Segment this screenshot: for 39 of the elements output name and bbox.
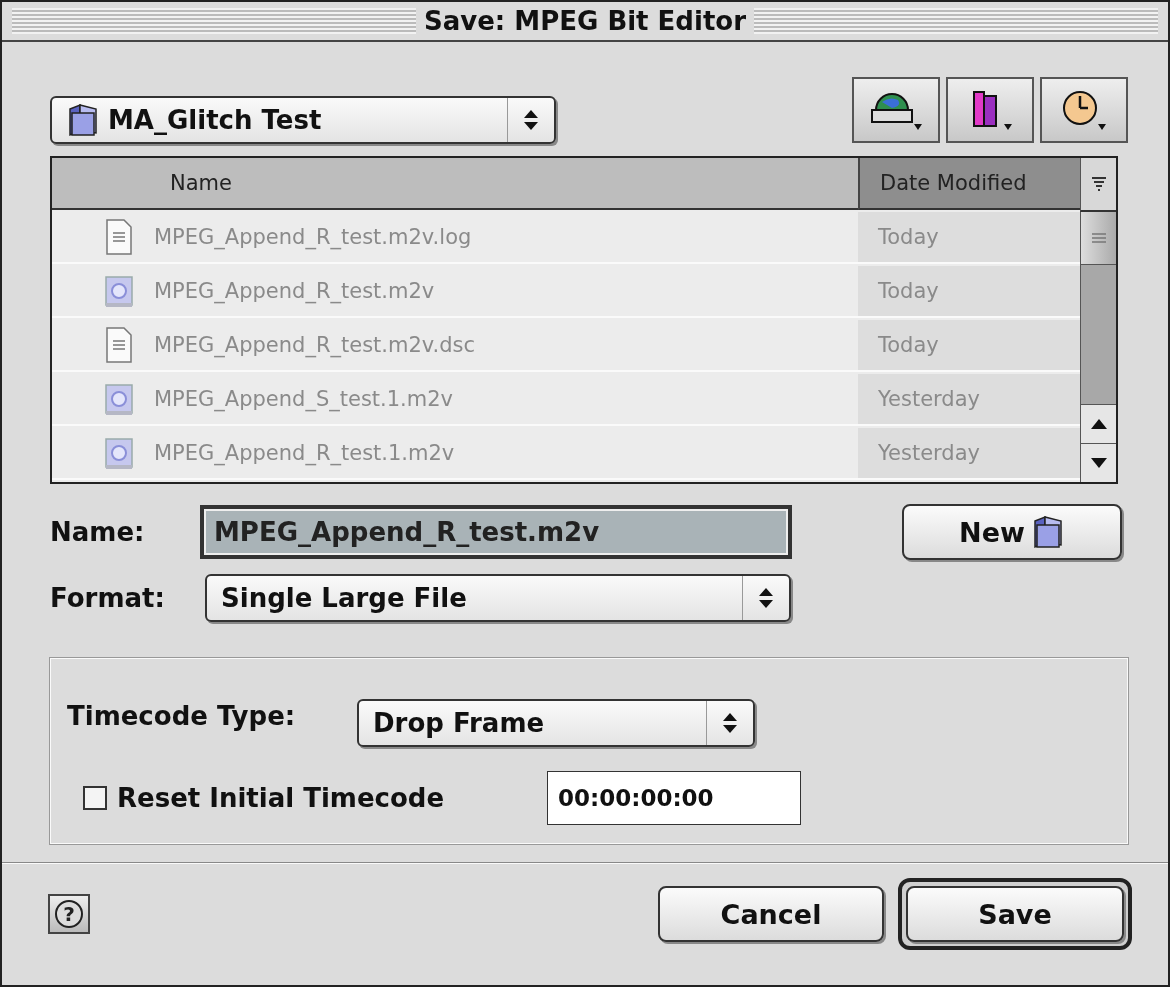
push-button[interactable]: Cancel (658, 886, 884, 942)
format-label: Format: (50, 583, 166, 613)
date-modified: Yesterday (878, 441, 980, 465)
up-down-arrows-icon (758, 587, 774, 609)
scroll-up-arrow-icon[interactable] (1089, 418, 1108, 430)
format-menu[interactable]: Single Large File (205, 574, 791, 622)
scroll-down-arrow-icon[interactable] (1089, 457, 1108, 469)
date-modified: Yesterday (878, 387, 980, 411)
recent-button[interactable] (1040, 77, 1128, 143)
text-document-icon (104, 219, 134, 255)
file-name-field[interactable]: MPEG_Append_R_test.m2v (200, 505, 792, 559)
favorites-button[interactable] (946, 77, 1034, 143)
folder-icon (66, 103, 100, 137)
date-modified: Today (878, 225, 939, 249)
grip-icon[interactable] (1090, 232, 1107, 244)
volume-button[interactable] (852, 77, 940, 143)
timecode-type-label: Timecode Type: (67, 701, 297, 731)
movie-document-icon (104, 381, 134, 417)
name-label: Name: (50, 517, 146, 547)
folder-menu[interactable]: MA_Glitch Test (50, 96, 556, 144)
help-button[interactable]: ? (48, 894, 90, 934)
date-modified: Today (878, 333, 939, 357)
window-title: Save: MPEG Bit Editor (416, 6, 754, 36)
timecode-type-menu[interactable]: Drop Frame (357, 699, 755, 747)
new-folder-button[interactable]: New (902, 504, 1122, 560)
up-down-arrows-icon (523, 109, 539, 131)
column-header[interactable]: Date Modified (858, 158, 1080, 210)
reset-timecode-label[interactable]: Reset Initial Timecode (117, 783, 547, 813)
timecode-field[interactable]: 00:00:00:00 (547, 771, 801, 825)
movie-document-icon (104, 273, 134, 309)
text-document-icon (104, 327, 134, 363)
movie-document-icon (104, 435, 134, 471)
scroll-bar[interactable] (1080, 212, 1116, 482)
default-button[interactable]: Save (906, 886, 1124, 942)
sort-order-icon[interactable] (1090, 177, 1107, 191)
up-down-arrows-icon (722, 712, 738, 734)
date-modified: Today (878, 279, 939, 303)
column-header[interactable]: Name (52, 158, 858, 210)
checkbox[interactable] (83, 786, 107, 810)
